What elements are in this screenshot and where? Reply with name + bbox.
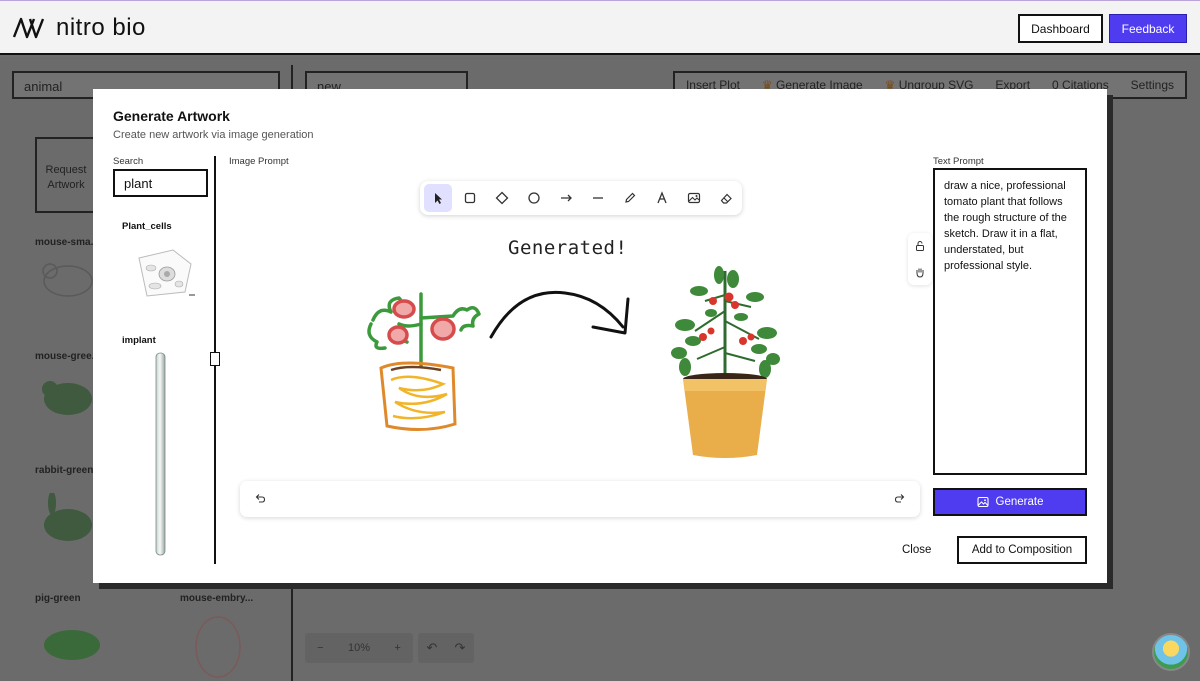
feedback-button[interactable]: Feedback: [1109, 14, 1187, 43]
library-item-label: pig-green: [35, 593, 81, 604]
result-name: implant: [122, 335, 156, 346]
eraser-icon[interactable]: [712, 184, 740, 212]
rectangle-icon[interactable]: [456, 184, 484, 212]
search-label: Search: [113, 156, 144, 167]
redo-icon[interactable]: ↷: [455, 640, 466, 656]
text-prompt-label: Text Prompt: [933, 156, 984, 167]
avatar[interactable]: [1152, 633, 1190, 671]
transform-arrow[interactable]: [485, 287, 631, 343]
result-name: Plant_cells: [122, 221, 172, 232]
canvas-side-tools: [908, 233, 932, 285]
zoom-in-button[interactable]: +: [394, 642, 400, 654]
logo[interactable]: nitro bio: [12, 14, 146, 42]
canvas-annotation: Generated!: [508, 237, 628, 259]
generate-artwork-dialog: Generate Artwork Create new artwork via …: [93, 89, 1107, 583]
app-name: nitro bio: [56, 14, 146, 41]
generate-button[interactable]: Generate: [933, 488, 1087, 516]
request-artwork-button[interactable]: Request Artwork: [35, 137, 97, 213]
dialog-title: Generate Artwork: [113, 108, 230, 124]
text-icon[interactable]: [648, 184, 676, 212]
dialog-subtitle: Create new artwork via image generation: [113, 129, 314, 141]
zoom-out-button[interactable]: −: [317, 642, 323, 654]
library-item-label: rabbit-green: [35, 465, 94, 476]
redo-icon[interactable]: [894, 492, 906, 504]
line-icon[interactable]: [584, 184, 612, 212]
pencil-icon[interactable]: [616, 184, 644, 212]
dashboard-button[interactable]: Dashboard: [1018, 14, 1103, 43]
mouse-illustration[interactable]: [38, 253, 94, 299]
library-item-label: mouse-gree...: [35, 351, 101, 362]
library-item-label: mouse-embry...: [180, 593, 254, 604]
hand-icon[interactable]: [914, 266, 926, 278]
nitro-logo-icon: [12, 17, 45, 39]
lock-icon[interactable]: [914, 240, 926, 252]
mouse-embryo-illustration[interactable]: [188, 613, 248, 681]
search-input[interactable]: plant: [113, 169, 208, 197]
image-icon[interactable]: [680, 184, 708, 212]
add-to-composition-button[interactable]: Add to Composition: [957, 536, 1087, 564]
app-header: nitro bio Dashboard Feedback: [0, 0, 1200, 55]
implant-thumbnail[interactable]: [153, 351, 169, 557]
rabbit-green-illustration[interactable]: [38, 493, 94, 545]
resize-handle[interactable]: [210, 352, 220, 366]
plant-cells-thumbnail[interactable]: [133, 246, 197, 302]
image-prompt-label: Image Prompt: [229, 156, 289, 167]
cursor-icon[interactable]: [424, 184, 452, 212]
undo-icon[interactable]: [254, 492, 266, 504]
pig-green-illustration[interactable]: [38, 625, 108, 665]
zoom-control: − 10% +: [305, 633, 413, 663]
sketch-drawing[interactable]: [363, 284, 493, 444]
text-prompt-field[interactable]: draw a nice, professional tomato plant t…: [933, 168, 1087, 475]
drawing-toolbar: [420, 181, 742, 215]
close-button[interactable]: Close: [902, 536, 931, 564]
history-control: ↶ ↷: [418, 633, 474, 663]
generated-image[interactable]: [655, 261, 795, 461]
image-icon: [976, 496, 989, 508]
canvas-history-bar: [240, 481, 920, 517]
circle-icon[interactable]: [520, 184, 548, 212]
generate-button-label: Generate: [995, 496, 1044, 508]
mouse-green-illustration[interactable]: [38, 369, 94, 419]
zoom-level: 10%: [347, 642, 370, 654]
undo-icon[interactable]: ↶: [427, 640, 438, 656]
diamond-icon[interactable]: [488, 184, 516, 212]
tab-settings[interactable]: Settings: [1131, 78, 1174, 92]
arrow-icon[interactable]: [552, 184, 580, 212]
library-item-label: mouse-sma...: [35, 237, 99, 248]
